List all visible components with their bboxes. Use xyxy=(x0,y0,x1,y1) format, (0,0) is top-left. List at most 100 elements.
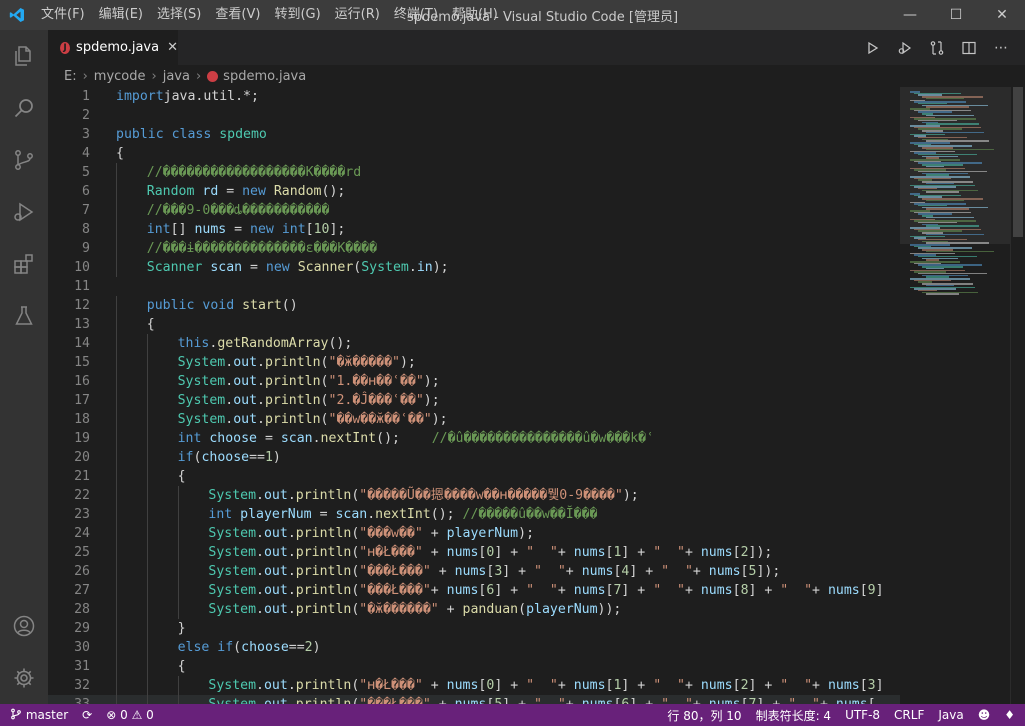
breadcrumb-folder-java[interactable]: java xyxy=(163,69,190,84)
split-editor-icon[interactable] xyxy=(959,38,979,58)
code-token: ] + xyxy=(629,697,661,704)
code-line[interactable]: 19 int choose = scan.nextInt(); //�û�����… xyxy=(48,429,900,448)
menu-item[interactable]: 文件(F) xyxy=(34,0,92,30)
menu-item[interactable]: 查看(V) xyxy=(208,0,267,30)
code-token: nums xyxy=(194,222,227,237)
breadcrumb-file[interactable]: spdemo.java xyxy=(223,69,306,84)
tab-spdemo-java[interactable]: J spdemo.java ✕ xyxy=(48,30,178,65)
extensions-icon[interactable] xyxy=(0,238,48,290)
account-icon[interactable] xyxy=(0,600,48,652)
code-line[interactable]: 18 System.out.println("��w��ӂ��ʿ��"); xyxy=(48,410,900,429)
code-token: + xyxy=(684,678,701,693)
settings-gear-icon[interactable] xyxy=(0,652,48,704)
line-number: 17 xyxy=(74,393,90,408)
code-token: + xyxy=(692,564,709,579)
more-actions-icon[interactable]: ⋯ xyxy=(991,38,1011,58)
breadcrumb-folder-mycode[interactable]: mycode xyxy=(94,69,146,84)
tab-size[interactable]: 制表符长度: 4 xyxy=(756,707,832,724)
git-branch[interactable]: master xyxy=(10,708,68,722)
code-token: . xyxy=(287,583,296,598)
source-control-icon[interactable] xyxy=(0,134,48,186)
code-line[interactable]: 2 xyxy=(48,106,900,125)
menu-item[interactable]: 编辑(E) xyxy=(92,0,150,30)
explorer-icon[interactable] xyxy=(0,30,48,82)
code-line[interactable]: 33 System.out.println("���Ł���" + nums[5]… xyxy=(48,695,900,704)
code-line[interactable]: 27 System.out.println("���Ł���"+ nums[6] … xyxy=(48,581,900,600)
menu-item[interactable]: 终端(T) xyxy=(387,0,445,30)
code-line[interactable]: 21 { xyxy=(48,467,900,486)
code-line[interactable]: 30 else if(choose==2) xyxy=(48,638,900,657)
code-line[interactable]: 12 public void start() xyxy=(48,296,900,315)
code-line[interactable]: 10 Scanner scan = new Scanner(System.in); xyxy=(48,258,900,277)
testing-flask-icon[interactable] xyxy=(0,290,48,342)
code-line[interactable]: 29} xyxy=(48,619,900,638)
code-line[interactable]: 24 System.out.println("���w��" + playerNu… xyxy=(48,524,900,543)
cursor-position[interactable]: 行 80，列 10 xyxy=(667,707,741,724)
code-line[interactable]: 31 { xyxy=(48,657,900,676)
close-tab-icon[interactable]: ✕ xyxy=(167,40,178,55)
debug-run-icon[interactable] xyxy=(895,38,915,58)
breadcrumb-drive[interactable]: E: xyxy=(64,69,77,84)
code-line[interactable]: 9 //���ɨ��������������ɛ���K���� xyxy=(48,239,900,258)
code-line[interactable]: 23 int playerNum = scan.nextInt(); //����… xyxy=(48,505,900,524)
line-number: 22 xyxy=(74,488,90,503)
menu-item[interactable]: 选择(S) xyxy=(150,0,208,30)
scrollbar-thumb[interactable] xyxy=(1013,87,1023,237)
code-line[interactable]: 6 Random rd = new Random(); xyxy=(48,182,900,201)
search-icon[interactable] xyxy=(0,82,48,134)
vertical-scrollbar[interactable] xyxy=(1010,87,1025,704)
code-line[interactable]: 4{ xyxy=(48,144,900,163)
language-mode[interactable]: Java xyxy=(938,708,963,722)
line-number: 31 xyxy=(74,659,90,674)
minimap-line xyxy=(926,293,959,295)
code-token: . xyxy=(256,545,264,560)
line-number: 11 xyxy=(74,279,90,294)
code-line[interactable]: 1 importjava.util.*; xyxy=(48,87,900,106)
code-line[interactable]: 13 { xyxy=(48,315,900,334)
code-token: " " xyxy=(653,678,685,693)
close-window-button[interactable]: ✕ xyxy=(979,0,1025,30)
feedback-icon[interactable]: ☻ xyxy=(978,708,991,722)
code-line[interactable]: 8 int[] nums = new int[10]; xyxy=(48,220,900,239)
code-token: out xyxy=(263,545,288,560)
code-token: java.util.*; xyxy=(163,89,259,104)
menu-item[interactable]: 转到(G) xyxy=(267,0,327,30)
code-line[interactable]: 17 System.out.println("2.�Ĵ���ʿ��"); xyxy=(48,391,900,410)
run-debug-icon[interactable] xyxy=(0,186,48,238)
menu-item[interactable]: 运行(R) xyxy=(328,0,387,30)
indent-guide xyxy=(116,676,117,695)
code-token: nums xyxy=(700,545,733,560)
indent-guide xyxy=(177,505,179,524)
line-ending[interactable]: CRLF xyxy=(894,708,924,722)
code-line[interactable]: 15 System.out.println("�ӂ�����"); xyxy=(48,353,900,372)
code-editor[interactable]: 1 importjava.util.*; 2 3 public class spdemo… xyxy=(48,87,900,704)
code-line[interactable]: 14 this.getRandomArray(); xyxy=(48,334,900,353)
code-line[interactable]: 7 //���9-0���ȡ����������� xyxy=(48,201,900,220)
code-token: . xyxy=(256,488,264,503)
menu-item[interactable]: 帮助(H) xyxy=(445,0,505,30)
code-token: println xyxy=(295,602,352,617)
code-line[interactable]: 5 //������������������K����rd xyxy=(48,163,900,182)
indent-guide xyxy=(146,619,148,638)
problems-indicator[interactable]: ⊗ 0 ⚠ 0 xyxy=(106,708,154,722)
minimap[interactable] xyxy=(900,87,1010,704)
code-line[interactable]: 25 System.out.println("ʜ�Ł���" + nums[0] … xyxy=(48,543,900,562)
code-token: nums xyxy=(455,697,487,704)
compare-changes-icon[interactable] xyxy=(927,38,947,58)
encoding[interactable]: UTF-8 xyxy=(845,708,880,722)
maximize-button[interactable]: ☐ xyxy=(933,0,979,30)
code-line[interactable]: 32 System.out.println("ʜ�Ł���" + nums[0] … xyxy=(48,676,900,695)
sync-icon[interactable]: ⟳ xyxy=(82,708,92,722)
code-line[interactable]: 16 System.out.println("1.��ʜ��ʿ��"); xyxy=(48,372,900,391)
notifications-bell-icon[interactable]: ♦ xyxy=(1004,708,1015,722)
code-line[interactable]: 11 xyxy=(48,277,900,296)
minimize-button[interactable]: — xyxy=(887,0,933,30)
code-line[interactable]: 3 public class spdemo xyxy=(48,125,900,144)
code-line[interactable]: 20 if(choose==1) xyxy=(48,448,900,467)
code-token: . xyxy=(287,488,296,503)
code-line[interactable]: 28 System.out.println("�ӂ������" + pandua… xyxy=(48,600,900,619)
run-icon[interactable] xyxy=(863,38,883,58)
code-line[interactable]: 22 System.out.println("�����Ũ��摁����w��ʜ�… xyxy=(48,486,900,505)
indent-guide xyxy=(146,353,148,372)
code-line[interactable]: 26 System.out.println("���Ł���" + nums[3]… xyxy=(48,562,900,581)
